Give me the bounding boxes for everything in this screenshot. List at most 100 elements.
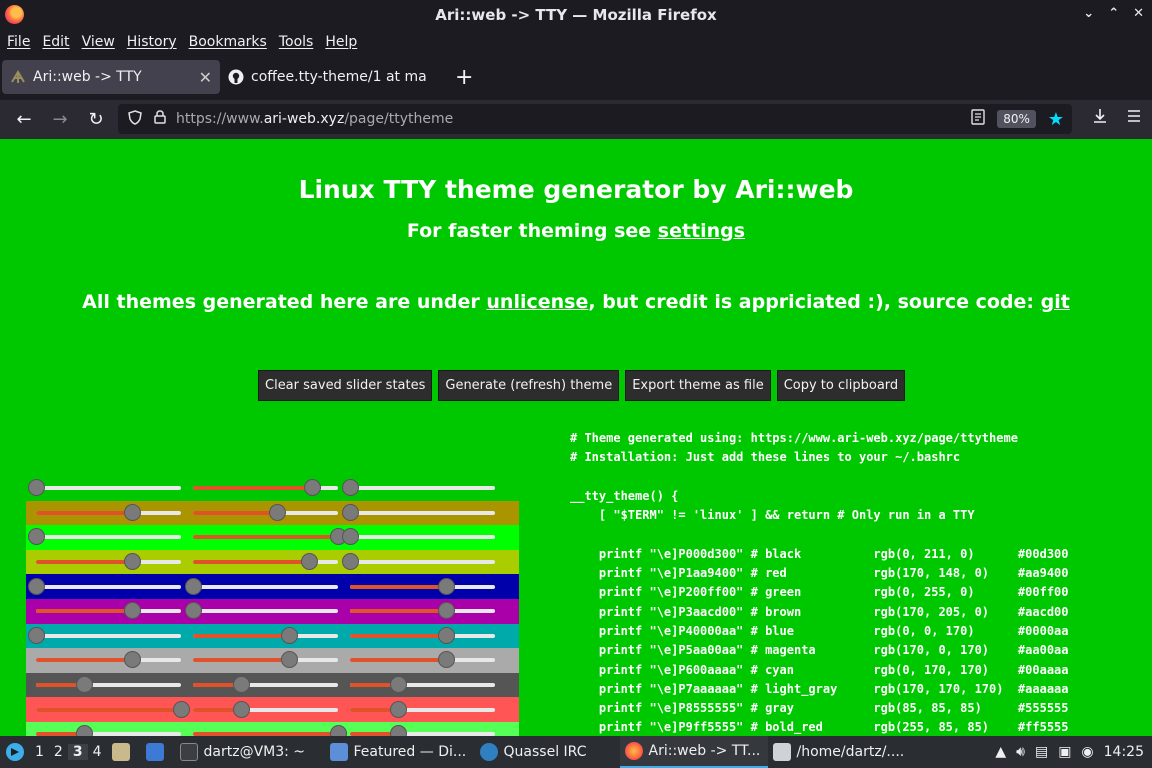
url-text[interactable]: https://www.ari-web.xyz/page/ttytheme — [176, 111, 453, 127]
red-slider[interactable] — [28, 528, 181, 546]
tray-expand-icon[interactable]: ▲ — [995, 744, 1006, 760]
slider-handle[interactable] — [437, 602, 455, 620]
slider-handle[interactable] — [28, 528, 45, 546]
blue-slider[interactable] — [342, 528, 495, 546]
slider-handle[interactable] — [303, 479, 321, 497]
slider-handle[interactable] — [437, 651, 455, 669]
volume-icon[interactable]: 🔊︎ — [1016, 744, 1025, 760]
file-manager-icon[interactable] — [107, 736, 141, 768]
unlicense-link[interactable]: unlicense — [486, 291, 588, 313]
url-bar[interactable]: https://www.ari-web.xyz/page/ttytheme 80… — [118, 104, 1072, 134]
slider-handle[interactable] — [123, 651, 141, 669]
slider-handle[interactable] — [342, 553, 359, 571]
slider-handle[interactable] — [269, 503, 287, 521]
green-slider[interactable] — [193, 528, 347, 546]
slider-handle[interactable] — [185, 577, 202, 595]
shield-icon[interactable] — [128, 109, 142, 129]
slider-handle[interactable] — [389, 725, 407, 736]
blue-slider[interactable] — [350, 602, 495, 620]
blue-slider[interactable] — [350, 700, 495, 718]
green-slider[interactable] — [193, 479, 338, 497]
slider-handle[interactable] — [437, 577, 455, 595]
red-slider[interactable] — [36, 676, 181, 694]
downloads-icon[interactable] — [1092, 108, 1108, 129]
slider-handle[interactable] — [330, 725, 347, 736]
slider-handle[interactable] — [123, 503, 141, 521]
red-slider[interactable] — [28, 479, 181, 497]
taskbar-window-quassel[interactable]: Quassel IRC — [475, 736, 620, 768]
slider-handle[interactable] — [232, 700, 250, 718]
desktop-3[interactable]: 3 — [67, 744, 88, 760]
menu-view[interactable]: View — [82, 34, 115, 50]
slider-handle[interactable] — [185, 602, 202, 620]
green-slider[interactable] — [185, 602, 338, 620]
slider-handle[interactable] — [342, 479, 359, 497]
slider-handle[interactable] — [437, 626, 455, 644]
green-slider[interactable] — [185, 577, 338, 595]
blue-slider[interactable] — [350, 577, 495, 595]
taskbar-window-firefox[interactable]: Ari::web -> TT... — [619, 736, 768, 768]
tab-close-icon[interactable]: ✕ — [199, 68, 212, 87]
app-launcher-icon[interactable] — [0, 736, 30, 768]
menu-help[interactable]: Help — [325, 34, 357, 50]
red-slider[interactable] — [36, 503, 181, 521]
blue-slider[interactable] — [342, 553, 495, 571]
slider-handle[interactable] — [28, 577, 45, 595]
git-link[interactable]: git — [1041, 291, 1070, 313]
slider-handle[interactable] — [280, 626, 298, 644]
bookmark-star-icon[interactable]: ★ — [1048, 109, 1064, 130]
menu-edit[interactable]: Edit — [42, 34, 69, 50]
generate-theme-button[interactable]: Generate (refresh) theme — [438, 370, 620, 401]
settings-link[interactable]: settings — [658, 220, 745, 242]
slider-handle[interactable] — [75, 725, 93, 736]
menu-history[interactable]: History — [127, 34, 177, 50]
slider-handle[interactable] — [123, 602, 141, 620]
red-slider[interactable] — [36, 553, 181, 571]
tab-ariweb[interactable]: Ari::web -> TTY ✕ — [2, 60, 220, 94]
taskbar-window-terminal[interactable]: dartz@VM3: ~ — [175, 736, 325, 768]
clear-slider-states-button[interactable]: Clear saved slider states — [258, 370, 433, 401]
taskbar-window-discover[interactable]: Featured — Di... — [325, 736, 475, 768]
menu-bookmarks[interactable]: Bookmarks — [189, 34, 267, 50]
blue-slider[interactable] — [350, 651, 495, 669]
slider-handle[interactable] — [28, 626, 45, 644]
blue-slider[interactable] — [350, 676, 495, 694]
network-icon[interactable]: ▣ — [1058, 744, 1071, 760]
clipboard-icon[interactable]: ▤ — [1035, 744, 1048, 760]
green-slider[interactable] — [193, 553, 338, 571]
reader-view-icon[interactable] — [971, 109, 985, 129]
export-theme-button[interactable]: Export theme as file — [625, 370, 771, 401]
hamburger-menu-icon[interactable] — [1126, 108, 1142, 129]
green-slider[interactable] — [193, 503, 338, 521]
menu-file[interactable]: File — [7, 34, 30, 50]
slider-handle[interactable] — [28, 479, 45, 497]
blue-slider[interactable] — [342, 503, 495, 521]
green-slider[interactable] — [193, 700, 338, 718]
copy-clipboard-button[interactable]: Copy to clipboard — [776, 370, 906, 401]
minimize-icon[interactable]: ⌄ — [1083, 6, 1094, 21]
blue-slider[interactable] — [350, 626, 495, 644]
close-window-icon[interactable]: ✕ — [1133, 6, 1144, 21]
red-slider[interactable] — [36, 700, 190, 718]
slider-handle[interactable] — [389, 676, 407, 694]
reload-icon[interactable]: ↻ — [78, 109, 114, 130]
desktop-2[interactable]: 2 — [49, 744, 68, 760]
slider-handle[interactable] — [342, 503, 359, 521]
green-slider[interactable] — [193, 651, 338, 669]
forward-icon[interactable]: → — [42, 109, 78, 130]
slider-handle[interactable] — [342, 528, 359, 546]
slider-handle[interactable] — [75, 676, 93, 694]
slider-handle[interactable] — [173, 700, 190, 718]
blue-slider[interactable] — [342, 479, 495, 497]
lock-icon[interactable] — [154, 110, 166, 128]
slider-handle[interactable] — [123, 553, 141, 571]
slider-handle[interactable] — [280, 651, 298, 669]
new-tab-icon[interactable]: + — [455, 65, 473, 90]
red-slider[interactable] — [36, 651, 181, 669]
back-icon[interactable]: ← — [6, 109, 42, 130]
show-desktop-icon[interactable] — [141, 736, 175, 768]
red-slider[interactable] — [28, 577, 181, 595]
zoom-level[interactable]: 80% — [997, 110, 1036, 128]
tab-github[interactable]: coffee.tty-theme/1 at ma — [220, 60, 445, 94]
red-slider[interactable] — [36, 602, 181, 620]
